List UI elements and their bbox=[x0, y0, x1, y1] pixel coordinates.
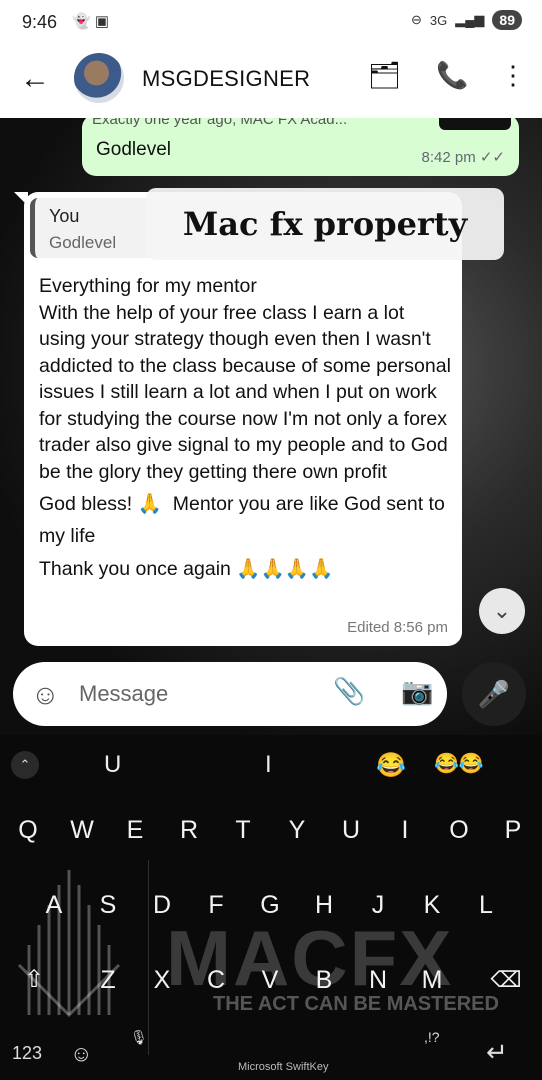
incoming-message[interactable]: You Godlevel Everything for my mentor Wi… bbox=[14, 192, 462, 646]
status-right: ⊖ 3G ▂▄▆ 89 bbox=[411, 10, 522, 30]
keyboard: ⌃ U I 😂 😂😂 MACFX THE ACT CAN BE MASTERED… bbox=[0, 735, 542, 1080]
key[interactable]: M bbox=[412, 955, 452, 1005]
outgoing-meta: 8:42 pm ✓✓ bbox=[421, 148, 505, 166]
network-label: 3G bbox=[429, 12, 448, 28]
voice-record-button[interactable]: 🎤 bbox=[462, 662, 526, 726]
key[interactable]: W bbox=[62, 805, 102, 855]
punctuation-key[interactable]: ,!? bbox=[424, 1029, 440, 1045]
key[interactable]: E bbox=[115, 805, 155, 855]
scroll-down-button[interactable]: ⌄ bbox=[479, 588, 525, 634]
back-arrow-icon[interactable]: ← bbox=[20, 62, 50, 96]
contact-card-icon[interactable]: 🗂 bbox=[368, 60, 401, 91]
contact-name[interactable]: MSGDESIGNER bbox=[142, 66, 310, 92]
key[interactable]: T bbox=[223, 805, 263, 855]
message-paragraph-1: Everything for my mentor With the help o… bbox=[39, 275, 451, 483]
key[interactable]: G bbox=[250, 880, 290, 930]
notification-icons: 👻 ▣ bbox=[72, 13, 110, 30]
key-row-3: ⇧ Z X C V B N M ⌫ bbox=[0, 955, 542, 1005]
key[interactable]: L bbox=[466, 880, 506, 930]
more-options-icon[interactable]: ⋮ bbox=[500, 60, 526, 91]
key[interactable]: D bbox=[142, 880, 182, 930]
key[interactable]: F bbox=[196, 880, 236, 930]
expand-toolbar-icon[interactable]: ⌃ bbox=[11, 751, 39, 779]
comma-mic-key[interactable]: 🎙 bbox=[130, 1029, 148, 1046]
numbers-key[interactable]: 123 bbox=[12, 1043, 42, 1064]
key-row-1: Q W E R T Y U I O P bbox=[0, 805, 542, 855]
suggestion-bar: ⌃ U I 😂 😂😂 bbox=[0, 735, 542, 795]
key[interactable]: A bbox=[34, 880, 74, 930]
reply-author: You bbox=[49, 206, 80, 226]
read-ticks-icon: ✓✓ bbox=[479, 149, 505, 166]
outgoing-text: Godlevel bbox=[96, 139, 171, 160]
quoted-preview: Exactly one year ago, MAC FX Acad... bbox=[92, 118, 348, 128]
message-paragraph-2: God bless! 🙏 Mentor you are like God sen… bbox=[39, 493, 451, 547]
keyboard-brand: Microsoft SwiftKey bbox=[238, 1061, 329, 1073]
key-row-2: A S D F G H J K L bbox=[0, 880, 542, 930]
message-paragraph-3: Thank you once again 🙏🙏🙏🙏 bbox=[39, 558, 334, 580]
watermark-overlay: Mac fx property bbox=[146, 188, 504, 260]
sticker-icon[interactable]: ☺ bbox=[31, 679, 60, 711]
status-bar: 9:46 👻 ▣ ⊖ 3G ▂▄▆ 89 bbox=[0, 0, 542, 44]
suggestion-4[interactable]: 😂😂 bbox=[434, 751, 484, 776]
key[interactable]: X bbox=[142, 955, 182, 1005]
double-chevron-down-icon: ⌄ bbox=[492, 598, 512, 623]
key[interactable]: U bbox=[331, 805, 371, 855]
key[interactable]: K bbox=[412, 880, 452, 930]
key[interactable]: Q bbox=[8, 805, 48, 855]
key[interactable]: J bbox=[358, 880, 398, 930]
add-call-icon[interactable]: 📞 bbox=[436, 60, 468, 91]
chat-header: ← MSGDESIGNER 🗂 📞 ⋮ bbox=[0, 44, 542, 118]
contact-avatar[interactable] bbox=[74, 53, 124, 103]
suggestion-2[interactable]: I bbox=[265, 751, 272, 779]
incoming-meta: Edited 8:56 pm bbox=[347, 619, 448, 636]
bubble-tail bbox=[14, 192, 28, 206]
attach-icon[interactable]: 📎 bbox=[333, 676, 365, 707]
suggestion-1[interactable]: U bbox=[104, 751, 121, 779]
shift-icon[interactable]: ⇧ bbox=[14, 955, 54, 1005]
key[interactable]: O bbox=[439, 805, 479, 855]
mic-icon: 🎤 bbox=[477, 679, 511, 709]
key[interactable]: Z bbox=[88, 955, 128, 1005]
message-composer: ☺ 📎 📷 bbox=[13, 662, 447, 726]
key[interactable]: P bbox=[493, 805, 533, 855]
key[interactable]: H bbox=[304, 880, 344, 930]
outgoing-time: 8:42 pm bbox=[421, 149, 476, 166]
outgoing-message[interactable]: Exactly one year ago, MAC FX Acad... God… bbox=[82, 118, 519, 176]
key[interactable]: S bbox=[88, 880, 128, 930]
signal-icon: ▂▄▆ bbox=[455, 12, 485, 27]
status-time: 9:46 bbox=[22, 12, 58, 32]
key[interactable]: I bbox=[385, 805, 425, 855]
battery-badge: 89 bbox=[492, 10, 522, 30]
key[interactable]: V bbox=[250, 955, 290, 1005]
backspace-icon[interactable]: ⌫ bbox=[486, 955, 526, 1005]
suggestion-3[interactable]: 😂 bbox=[376, 751, 406, 780]
quoted-thumbnail bbox=[439, 118, 511, 130]
reply-text: Godlevel bbox=[49, 233, 117, 252]
key[interactable]: N bbox=[358, 955, 398, 1005]
key[interactable]: C bbox=[196, 955, 236, 1005]
message-input[interactable] bbox=[79, 676, 299, 712]
key[interactable]: Y bbox=[277, 805, 317, 855]
message-body: Everything for my mentor With the help o… bbox=[39, 273, 454, 583]
dnd-icon: ⊖ bbox=[410, 12, 422, 27]
emoji-icon[interactable]: ☺ bbox=[70, 1041, 92, 1067]
camera-icon[interactable]: 📷 bbox=[401, 676, 433, 707]
key[interactable]: R bbox=[169, 805, 209, 855]
enter-icon[interactable]: ↵ bbox=[486, 1037, 508, 1068]
key[interactable]: B bbox=[304, 955, 344, 1005]
chat-area: Exactly one year ago, MAC FX Acad... God… bbox=[0, 118, 542, 735]
